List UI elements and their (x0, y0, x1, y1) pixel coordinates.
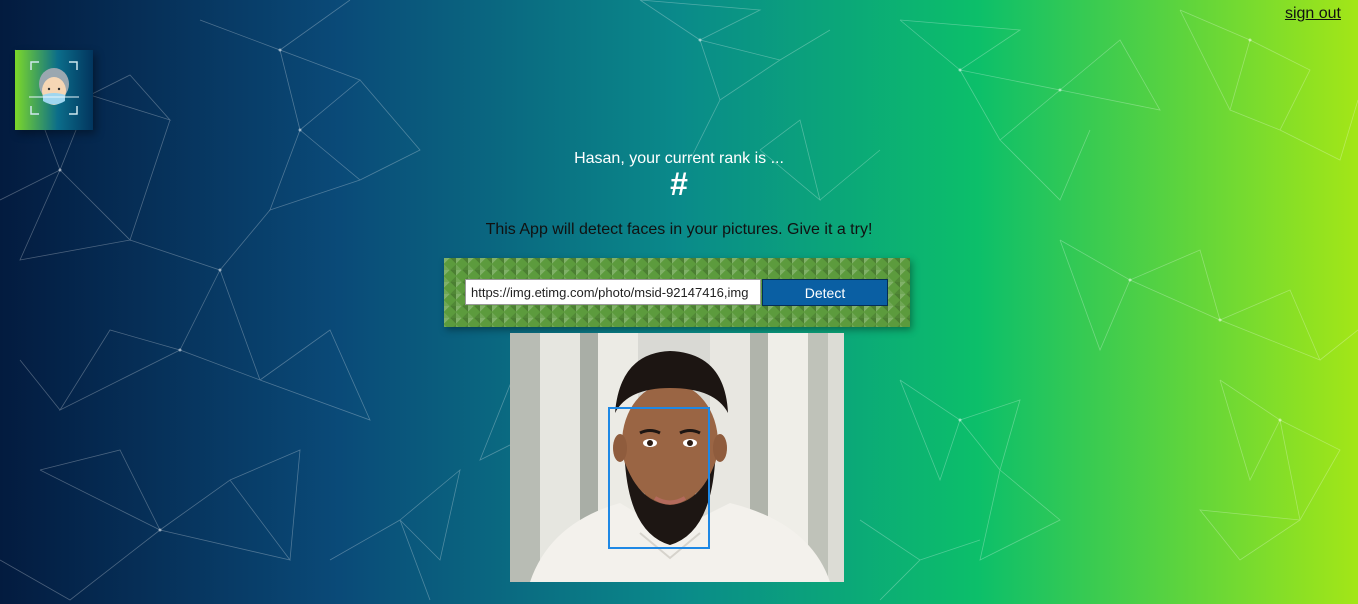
logo[interactable] (15, 50, 93, 130)
image-url-form: Detect (444, 258, 910, 327)
rank-value: # (670, 166, 688, 202)
sign-out-link[interactable]: sign out (1285, 5, 1341, 23)
face-bounding-box (608, 407, 710, 549)
intro-text: This App will detect faces in your pictu… (485, 221, 873, 238)
detect-button[interactable]: Detect (762, 279, 888, 306)
image-url-input[interactable] (465, 279, 761, 305)
result-image (510, 333, 844, 582)
face-scan-icon (29, 61, 79, 115)
